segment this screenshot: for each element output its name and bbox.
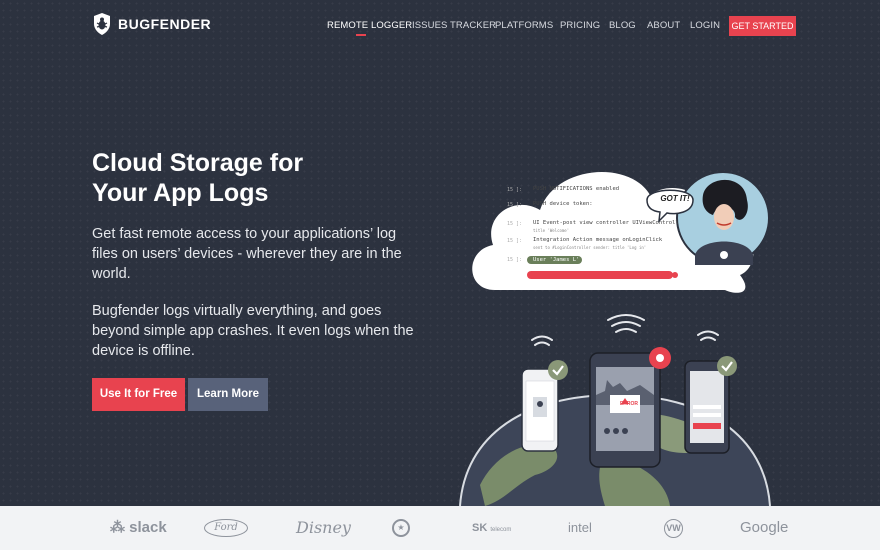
log-line-number: 15 ]:	[507, 257, 523, 263]
sk-telecom-logo: SK telecom	[472, 522, 512, 534]
intel-logo: intel	[568, 520, 592, 535]
nav-login[interactable]: LOGIN	[690, 16, 720, 36]
log-line-number: 15 ]:	[507, 238, 523, 244]
wifi-icon	[531, 314, 719, 346]
client-logos-bar: ⁂ slack Ford Disney ★ SK telecom intel V…	[0, 506, 880, 550]
log-line-text: UI Event-post view controller UIViewCont…	[533, 220, 679, 226]
log-line-text: PUSH NOTIFICATIONS enabled	[533, 186, 620, 192]
nav-remote-logger[interactable]: REMOTE LOGGER	[327, 16, 412, 36]
nav-pricing[interactable]: PRICING	[560, 16, 600, 36]
slack-logo-text: slack	[129, 519, 167, 536]
hero-paragraph-2: Bugfender logs virtually everything, and…	[92, 303, 414, 359]
log-line-number: 15 ]:	[507, 187, 523, 193]
right-phone	[684, 356, 737, 454]
use-it-for-free-button[interactable]: Use It for Free	[92, 378, 185, 411]
nav-platforms[interactable]: PLATFORMS	[495, 16, 553, 36]
log-line-number: 15 ]:	[507, 221, 523, 227]
nav-about[interactable]: ABOUT	[647, 16, 680, 36]
log-line-number: 15 ]:	[507, 202, 523, 208]
speech-bubble-text: GOT IT!	[660, 194, 690, 203]
log-line-subtext: sent to #LoginController sender: title '…	[533, 245, 647, 250]
hero-title-line2: Your App Logs	[92, 179, 269, 207]
log-line-text: User 'James L'	[533, 257, 580, 263]
nav-issues-tracker[interactable]: ISSUES TRACKER	[412, 16, 496, 36]
log-line-subtext: title 'Welcome'	[533, 228, 570, 233]
google-logo: Google	[740, 519, 789, 536]
nav-blog[interactable]: BLOG	[609, 16, 636, 36]
learn-more-button[interactable]: Learn More	[188, 378, 268, 411]
volkswagen-logo: VW	[664, 519, 683, 538]
slack-logo: ⁂ slack	[110, 519, 167, 536]
hero-title: Cloud Storage for Your App Logs	[92, 148, 422, 208]
error-label: ERROR	[619, 401, 639, 407]
sk-logo-text: SK	[472, 522, 488, 534]
log-line-text: PUSH device token:	[533, 201, 593, 207]
disney-logo: Disney	[296, 518, 351, 537]
hero-title-line1: Cloud Storage for	[92, 149, 304, 177]
hero-paragraph-1: Get fast remote access to your applicati…	[92, 226, 402, 282]
center-tablet	[589, 347, 671, 468]
log-line-text: Integration Action message onLoginClick	[533, 237, 663, 243]
get-started-button[interactable]: GET STARTED	[729, 16, 796, 36]
nav-active-indicator	[356, 34, 366, 36]
devices-cloud-artwork	[459, 171, 771, 507]
ford-logo: Ford	[204, 519, 248, 537]
starbucks-logo: ★	[392, 519, 410, 537]
hero-illustration: 15 ]: PUSH NOTIFICATIONS enabled 15 ]: P…	[455, 155, 775, 507]
